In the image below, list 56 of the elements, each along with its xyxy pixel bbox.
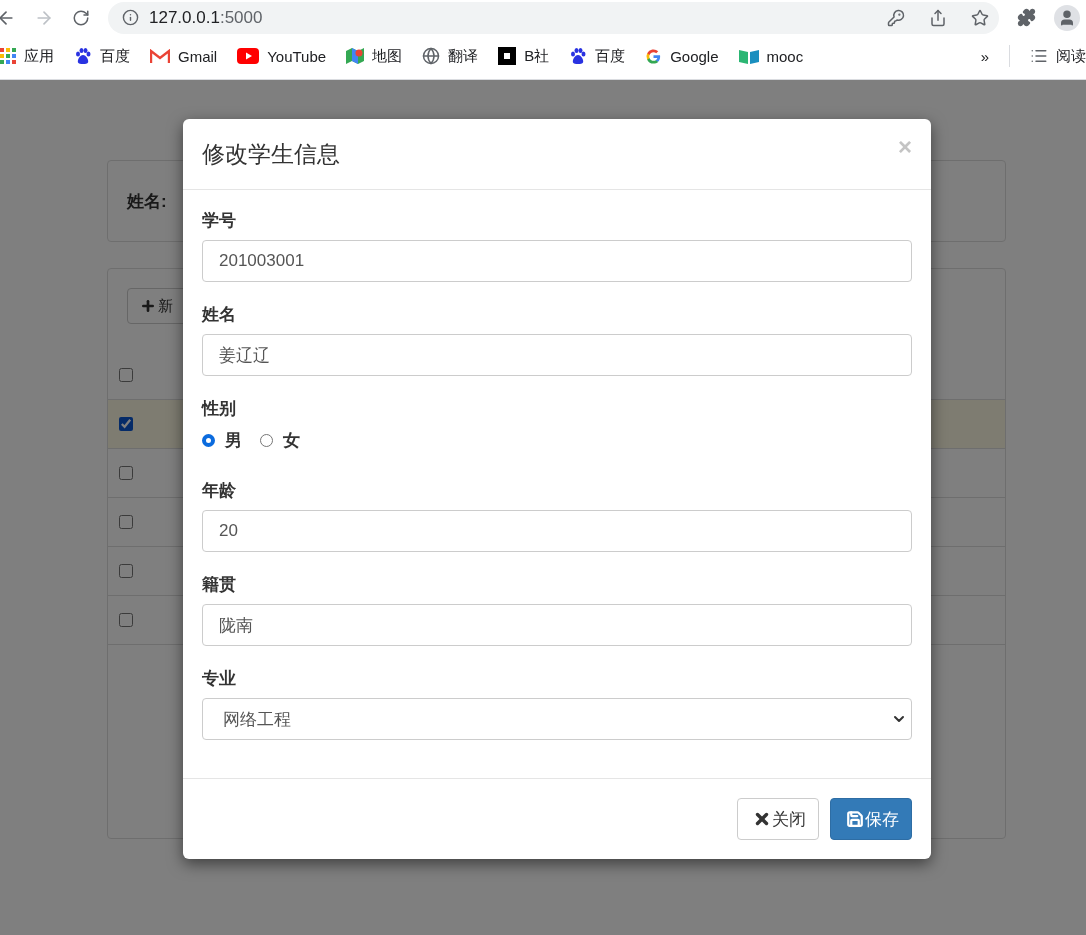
share-icon[interactable]	[929, 8, 947, 27]
row-checkbox[interactable]	[119, 466, 133, 480]
square-logo-icon	[498, 47, 517, 65]
select-field[interactable]: 网络工程	[202, 698, 912, 740]
radio-option[interactable]: 女	[260, 428, 300, 452]
close-icon	[753, 810, 771, 828]
close-dialog-button[interactable]: 关闭	[737, 798, 819, 840]
radio-option[interactable]: 男	[202, 428, 242, 452]
row-checkbox[interactable]	[119, 368, 133, 382]
star-icon[interactable]	[971, 8, 989, 27]
bookmark[interactable]: 应用	[0, 42, 64, 70]
row-checkbox[interactable]	[119, 564, 133, 578]
field-label: 性别	[202, 398, 237, 420]
list-icon	[1030, 47, 1048, 65]
paw-icon	[74, 47, 92, 65]
row-checkbox[interactable]	[119, 417, 133, 431]
field-label: 专业	[202, 668, 237, 690]
puzzle-icon[interactable]	[1017, 8, 1036, 27]
bookmark[interactable]: 百度	[559, 42, 636, 70]
bookmark[interactable]: 百度	[64, 42, 140, 70]
text-field[interactable]: 姜辽辽	[202, 334, 912, 376]
save-button[interactable]: 保存	[830, 798, 912, 840]
bookmark[interactable]: Gmail	[140, 42, 228, 70]
info-icon[interactable]	[122, 9, 139, 26]
row-checkbox[interactable]	[119, 613, 133, 627]
dialog-title: 修改学生信息	[202, 139, 340, 169]
reading-list[interactable]: 阅读	[1020, 42, 1086, 70]
bookmark[interactable]: B社	[488, 42, 560, 70]
reload-icon[interactable]	[72, 8, 90, 27]
mail-m-icon	[150, 48, 170, 64]
apps-grid-icon	[0, 48, 16, 64]
book-icon	[738, 48, 759, 64]
text-field[interactable]: 20	[202, 510, 912, 552]
map-pin-icon	[346, 47, 365, 65]
profile-avatar[interactable]	[1054, 4, 1080, 31]
bookmark[interactable]: mooc	[728, 42, 814, 70]
paw-icon	[569, 47, 588, 65]
text-field[interactable]: 201003001	[202, 240, 912, 282]
key-icon[interactable]	[887, 8, 905, 27]
bookmark[interactable]: 翻译	[412, 42, 489, 70]
field-label: 籍贯	[202, 574, 237, 596]
globe-icon	[422, 47, 441, 65]
bookmark[interactable]: Google	[635, 42, 729, 70]
row-checkbox[interactable]	[119, 515, 133, 529]
play-icon	[237, 48, 260, 64]
bookmark[interactable]: 地图	[336, 42, 413, 70]
g-logo-icon	[645, 47, 663, 65]
text-field[interactable]: 陇南	[202, 604, 912, 646]
bookmark[interactable]: YouTube	[227, 42, 337, 70]
plus-icon	[140, 298, 156, 314]
address-bar[interactable]: 127.0.0.1:5000	[108, 1, 999, 34]
field-label: 年龄	[202, 480, 237, 502]
more-bookmarks[interactable]: »	[970, 42, 999, 70]
field-label: 学号	[202, 210, 237, 232]
url-text: 127.0.0.1:5000	[149, 7, 263, 28]
search-label: 姓名:	[127, 190, 167, 213]
